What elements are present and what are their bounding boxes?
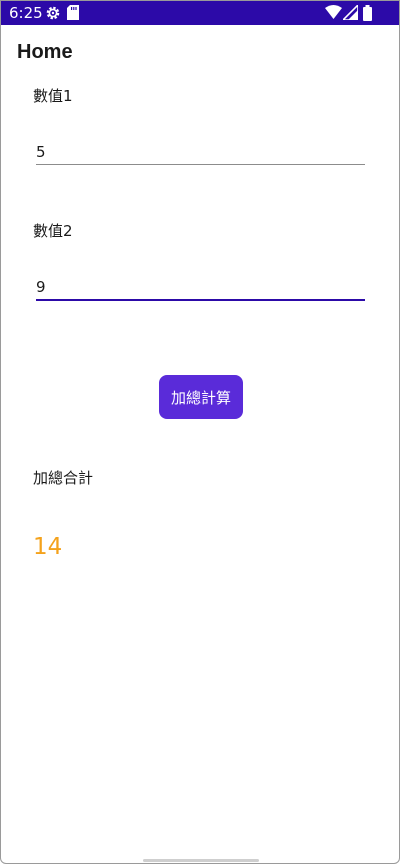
status-bar: 6:25	[1, 1, 399, 25]
field2-label: 數值2	[33, 222, 73, 240]
result-value: 14	[33, 534, 63, 560]
page-title: Home	[17, 41, 73, 63]
result-label: 加總合計	[33, 469, 94, 487]
app-window: 6:25 Home 數值1 5 數值2 9 加總計算 加總合計 14	[0, 0, 400, 864]
field1-label: 數值1	[33, 87, 73, 105]
gear-icon	[45, 5, 61, 25]
wifi-icon	[325, 5, 342, 24]
sd-card-icon	[67, 5, 79, 24]
status-time: 6:25	[9, 4, 43, 22]
sum-calculate-button[interactable]: 加總計算	[159, 375, 243, 419]
nav-gesture-handle[interactable]	[143, 859, 259, 862]
field1-input[interactable]	[36, 139, 365, 165]
cell-signal-icon	[341, 3, 359, 24]
battery-icon	[363, 5, 372, 25]
field2-input[interactable]	[36, 275, 365, 301]
